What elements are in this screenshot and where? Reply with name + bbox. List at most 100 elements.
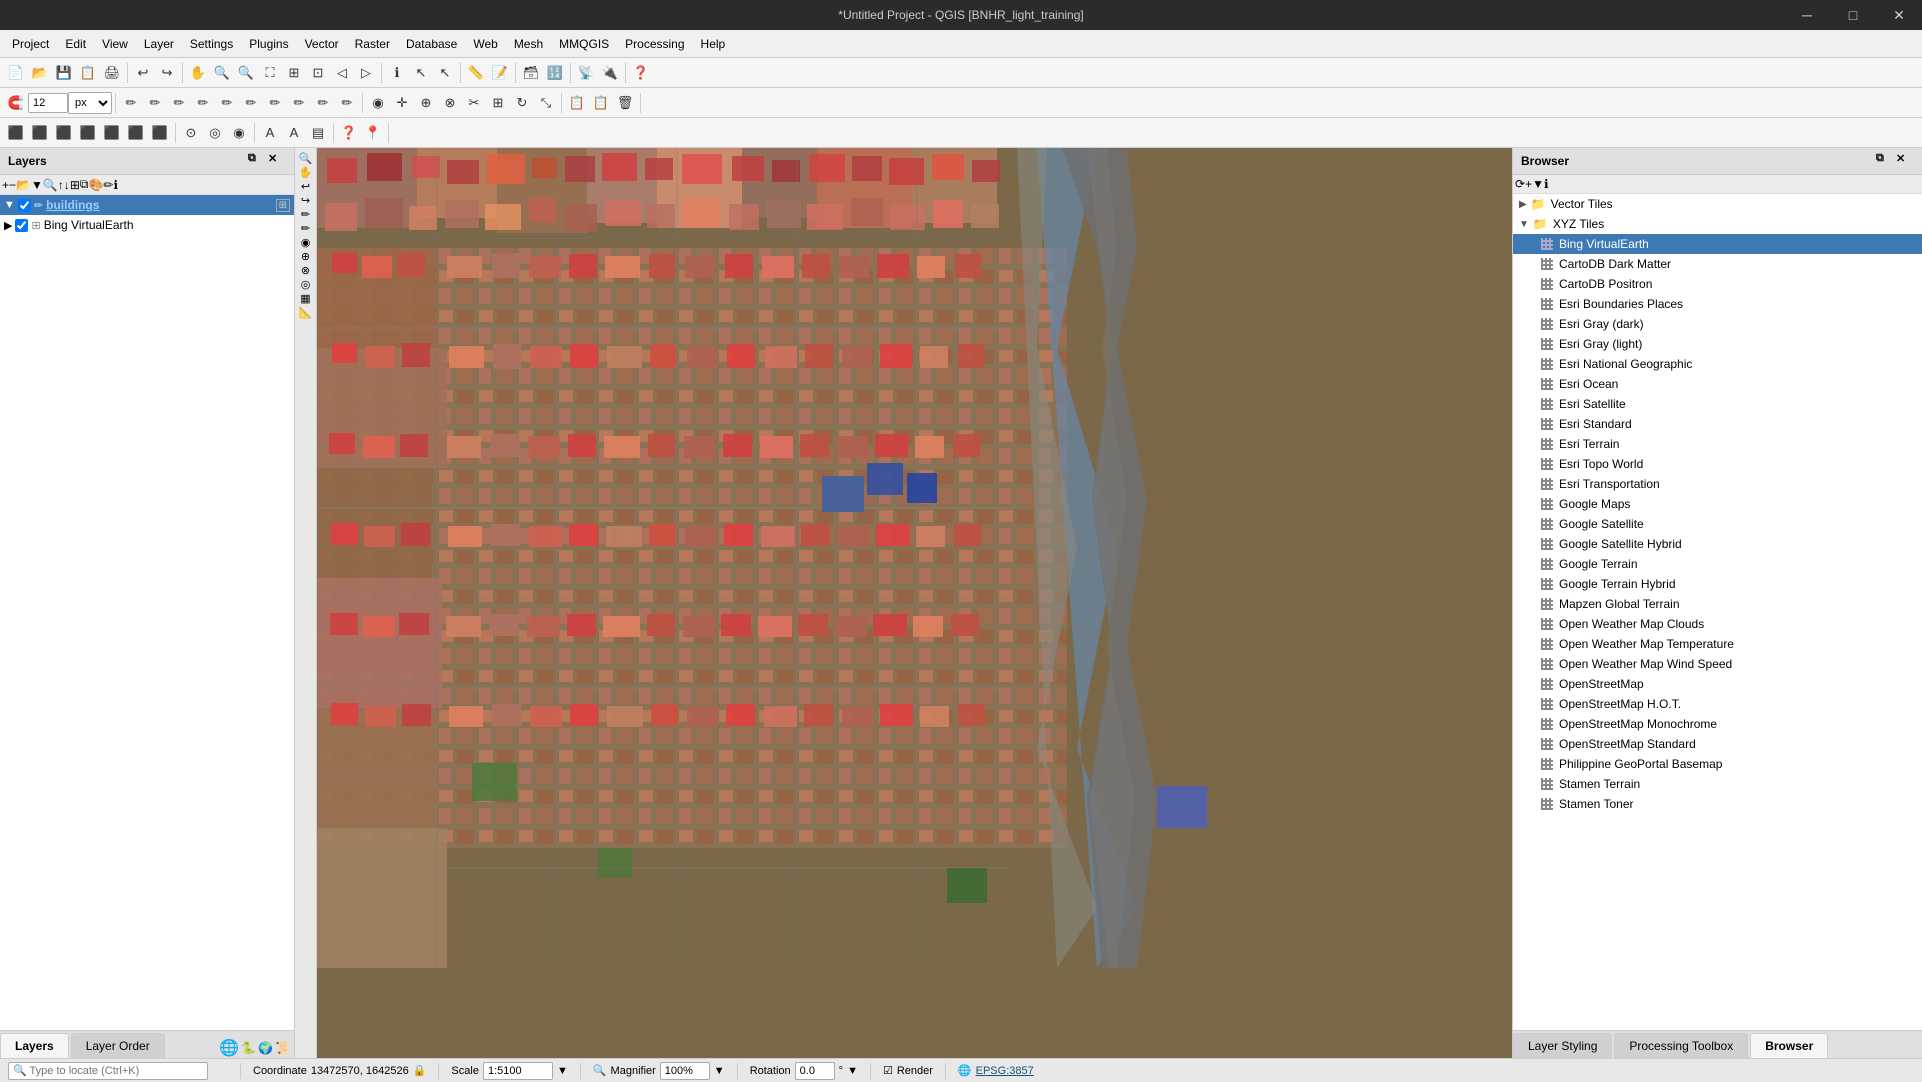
menu-mesh[interactable]: Mesh — [506, 33, 551, 55]
pan-button[interactable]: ✋ — [187, 62, 209, 84]
plugins-button[interactable]: 🔌 — [599, 62, 621, 84]
zoom-selection-button[interactable]: ⊡ — [307, 62, 329, 84]
browser-item-owm-temp[interactable]: Open Weather Map Temperature — [1513, 634, 1922, 654]
style-button[interactable]: 🎨 — [88, 178, 103, 192]
map-area[interactable] — [317, 148, 1512, 1058]
menu-layer[interactable]: Layer — [136, 33, 182, 55]
browser-item-cartodb-dark[interactable]: CartoDB Dark Matter — [1513, 254, 1922, 274]
menu-plugins[interactable]: Plugins — [241, 33, 296, 55]
digitize-btn3[interactable]: ✏ — [168, 92, 190, 114]
map-canvas[interactable] — [317, 148, 1512, 1058]
browser-xyz-tiles[interactable]: ▼ 📁 XYZ Tiles — [1513, 214, 1922, 234]
label-btn3[interactable]: ▤ — [307, 122, 329, 144]
tab-layer-order[interactable]: Layer Order — [71, 1033, 165, 1058]
remove-layer-button[interactable]: − — [9, 178, 16, 192]
browser-item-esri-boundaries[interactable]: Esri Boundaries Places — [1513, 294, 1922, 314]
browser-item-osm-mono[interactable]: OpenStreetMap Monochrome — [1513, 714, 1922, 734]
browser-item-esri-gray-dark[interactable]: Esri Gray (dark) — [1513, 314, 1922, 334]
tab-layer-styling[interactable]: Layer Styling — [1513, 1033, 1612, 1058]
browser-item-google-terrain-hybrid[interactable]: Google Terrain Hybrid — [1513, 574, 1922, 594]
browser-item-google-satellite[interactable]: Google Satellite — [1513, 514, 1922, 534]
identify-button[interactable]: ℹ — [386, 62, 408, 84]
digitize-btn4[interactable]: ✏ — [192, 92, 214, 114]
locate-input[interactable] — [8, 1062, 208, 1080]
digitize2-btn7[interactable]: ⬛ — [149, 122, 171, 144]
browser-item-stamen-toner[interactable]: Stamen Toner — [1513, 794, 1922, 814]
select-button[interactable]: ↖ — [410, 62, 432, 84]
zoom-full-button[interactable]: ⛶ — [259, 62, 281, 84]
digitize-btn1[interactable]: ✏ — [120, 92, 142, 114]
vert-btn12[interactable]: 📐 — [299, 306, 313, 319]
magnifier-input[interactable] — [660, 1062, 710, 1080]
digitize-btn9[interactable]: ✏ — [312, 92, 334, 114]
scale-btn[interactable]: ⤡ — [535, 92, 557, 114]
browser-item-cartodb-positron[interactable]: CartoDB Positron — [1513, 274, 1922, 294]
vert-btn5[interactable]: ✏ — [301, 208, 310, 221]
group-button[interactable]: ⊞ — [70, 178, 80, 192]
vert-btn9[interactable]: ⊗ — [301, 264, 310, 277]
digitize2-btn3[interactable]: ⬛ — [53, 122, 75, 144]
maximize-button[interactable]: □ — [1830, 0, 1876, 30]
annotation-button[interactable]: 📝 — [489, 62, 511, 84]
layer-buildings-checkbox[interactable] — [18, 199, 31, 212]
scale-input[interactable] — [483, 1062, 553, 1080]
vert-btn8[interactable]: ⊕ — [301, 250, 310, 263]
crs-value[interactable]: EPSG:3857 — [976, 1065, 1034, 1077]
font-size-input[interactable]: 12 — [28, 93, 68, 113]
add-layer-button[interactable]: + — [2, 178, 9, 192]
browser-refresh-button[interactable]: ⟳ — [1515, 177, 1525, 191]
zoom-back-button[interactable]: ◁ — [331, 62, 353, 84]
digitize-btn5[interactable]: ✏ — [216, 92, 238, 114]
scale-dropdown-icon[interactable]: ▼ — [557, 1065, 568, 1077]
open-project-button[interactable]: 📂 — [29, 62, 51, 84]
layers-close-button[interactable]: ✕ — [268, 152, 286, 170]
locate-btn[interactable]: 📍 — [362, 122, 384, 144]
new-project-button[interactable]: 📄 — [5, 62, 27, 84]
browser-item-owm-clouds[interactable]: Open Weather Map Clouds — [1513, 614, 1922, 634]
browser-item-osm[interactable]: OpenStreetMap — [1513, 674, 1922, 694]
digitize-btn2[interactable]: ✏ — [144, 92, 166, 114]
tab-layers[interactable]: Layers — [0, 1033, 69, 1058]
edit-layer-button[interactable]: ✏ — [103, 178, 113, 192]
browser-item-osm-standard[interactable]: OpenStreetMap Standard — [1513, 734, 1922, 754]
browser-item-esri-gray-light[interactable]: Esri Gray (light) — [1513, 334, 1922, 354]
field-calc-button[interactable]: 🔢 — [544, 62, 566, 84]
deselect-button[interactable]: ↖ — [434, 62, 456, 84]
vert-btn10[interactable]: ◎ — [301, 278, 311, 291]
browser-add-button[interactable]: + — [1525, 177, 1532, 191]
browser-close-button[interactable]: ✕ — [1896, 152, 1914, 170]
digitize2-btn1[interactable]: ⬛ — [5, 122, 27, 144]
browser-item-esri-terrain[interactable]: Esri Terrain — [1513, 434, 1922, 454]
zoom-in-button[interactable]: 🔍 — [211, 62, 233, 84]
delete-feature-btn[interactable]: 🗑 — [614, 92, 636, 114]
layer-properties-button[interactable]: ℹ — [113, 178, 118, 192]
browser-vector-tiles[interactable]: ▶ 📁 Vector Tiles — [1513, 194, 1922, 214]
qgis-logo-button[interactable]: 🌐 — [219, 1038, 239, 1058]
vert-btn6[interactable]: ✏ — [301, 222, 310, 235]
digitize-btn10[interactable]: ✏ — [336, 92, 358, 114]
redo-button[interactable]: ↪ — [156, 62, 178, 84]
browser-item-google-satellite-hybrid[interactable]: Google Satellite Hybrid — [1513, 534, 1922, 554]
layer-bing[interactable]: ▶ ⊞ Bing VirtualEarth — [0, 215, 294, 235]
offset-btn[interactable]: ⊕ — [415, 92, 437, 114]
gps-button[interactable]: 📡 — [575, 62, 597, 84]
browser-item-esri-transport[interactable]: Esri Transportation — [1513, 474, 1922, 494]
menu-raster[interactable]: Raster — [347, 33, 398, 55]
browser-float-button[interactable]: ⧉ — [1876, 152, 1894, 170]
browser-info-button[interactable]: ℹ — [1544, 177, 1549, 191]
help-button[interactable]: ❓ — [630, 62, 652, 84]
label-btn1[interactable]: A — [259, 122, 281, 144]
zoom-layer-button[interactable]: ⊞ — [283, 62, 305, 84]
zoom-to-layer-button[interactable]: 🔍 — [43, 178, 58, 192]
snap-btn2[interactable]: ◎ — [204, 122, 226, 144]
snapping-button[interactable]: 🧲 — [5, 92, 27, 114]
rotation-dropdown-icon[interactable]: ▼ — [847, 1065, 858, 1077]
save-as-button[interactable]: 📋 — [77, 62, 99, 84]
render-checkbox[interactable]: ☑ — [883, 1064, 893, 1077]
paste-feature-btn[interactable]: 📋 — [590, 92, 612, 114]
menu-help[interactable]: Help — [693, 33, 734, 55]
save-project-button[interactable]: 💾 — [53, 62, 75, 84]
browser-item-stamen-terrain[interactable]: Stamen Terrain — [1513, 774, 1922, 794]
browser-item-owm-wind[interactable]: Open Weather Map Wind Speed — [1513, 654, 1922, 674]
duplicate-button[interactable]: ⧉ — [80, 177, 89, 192]
